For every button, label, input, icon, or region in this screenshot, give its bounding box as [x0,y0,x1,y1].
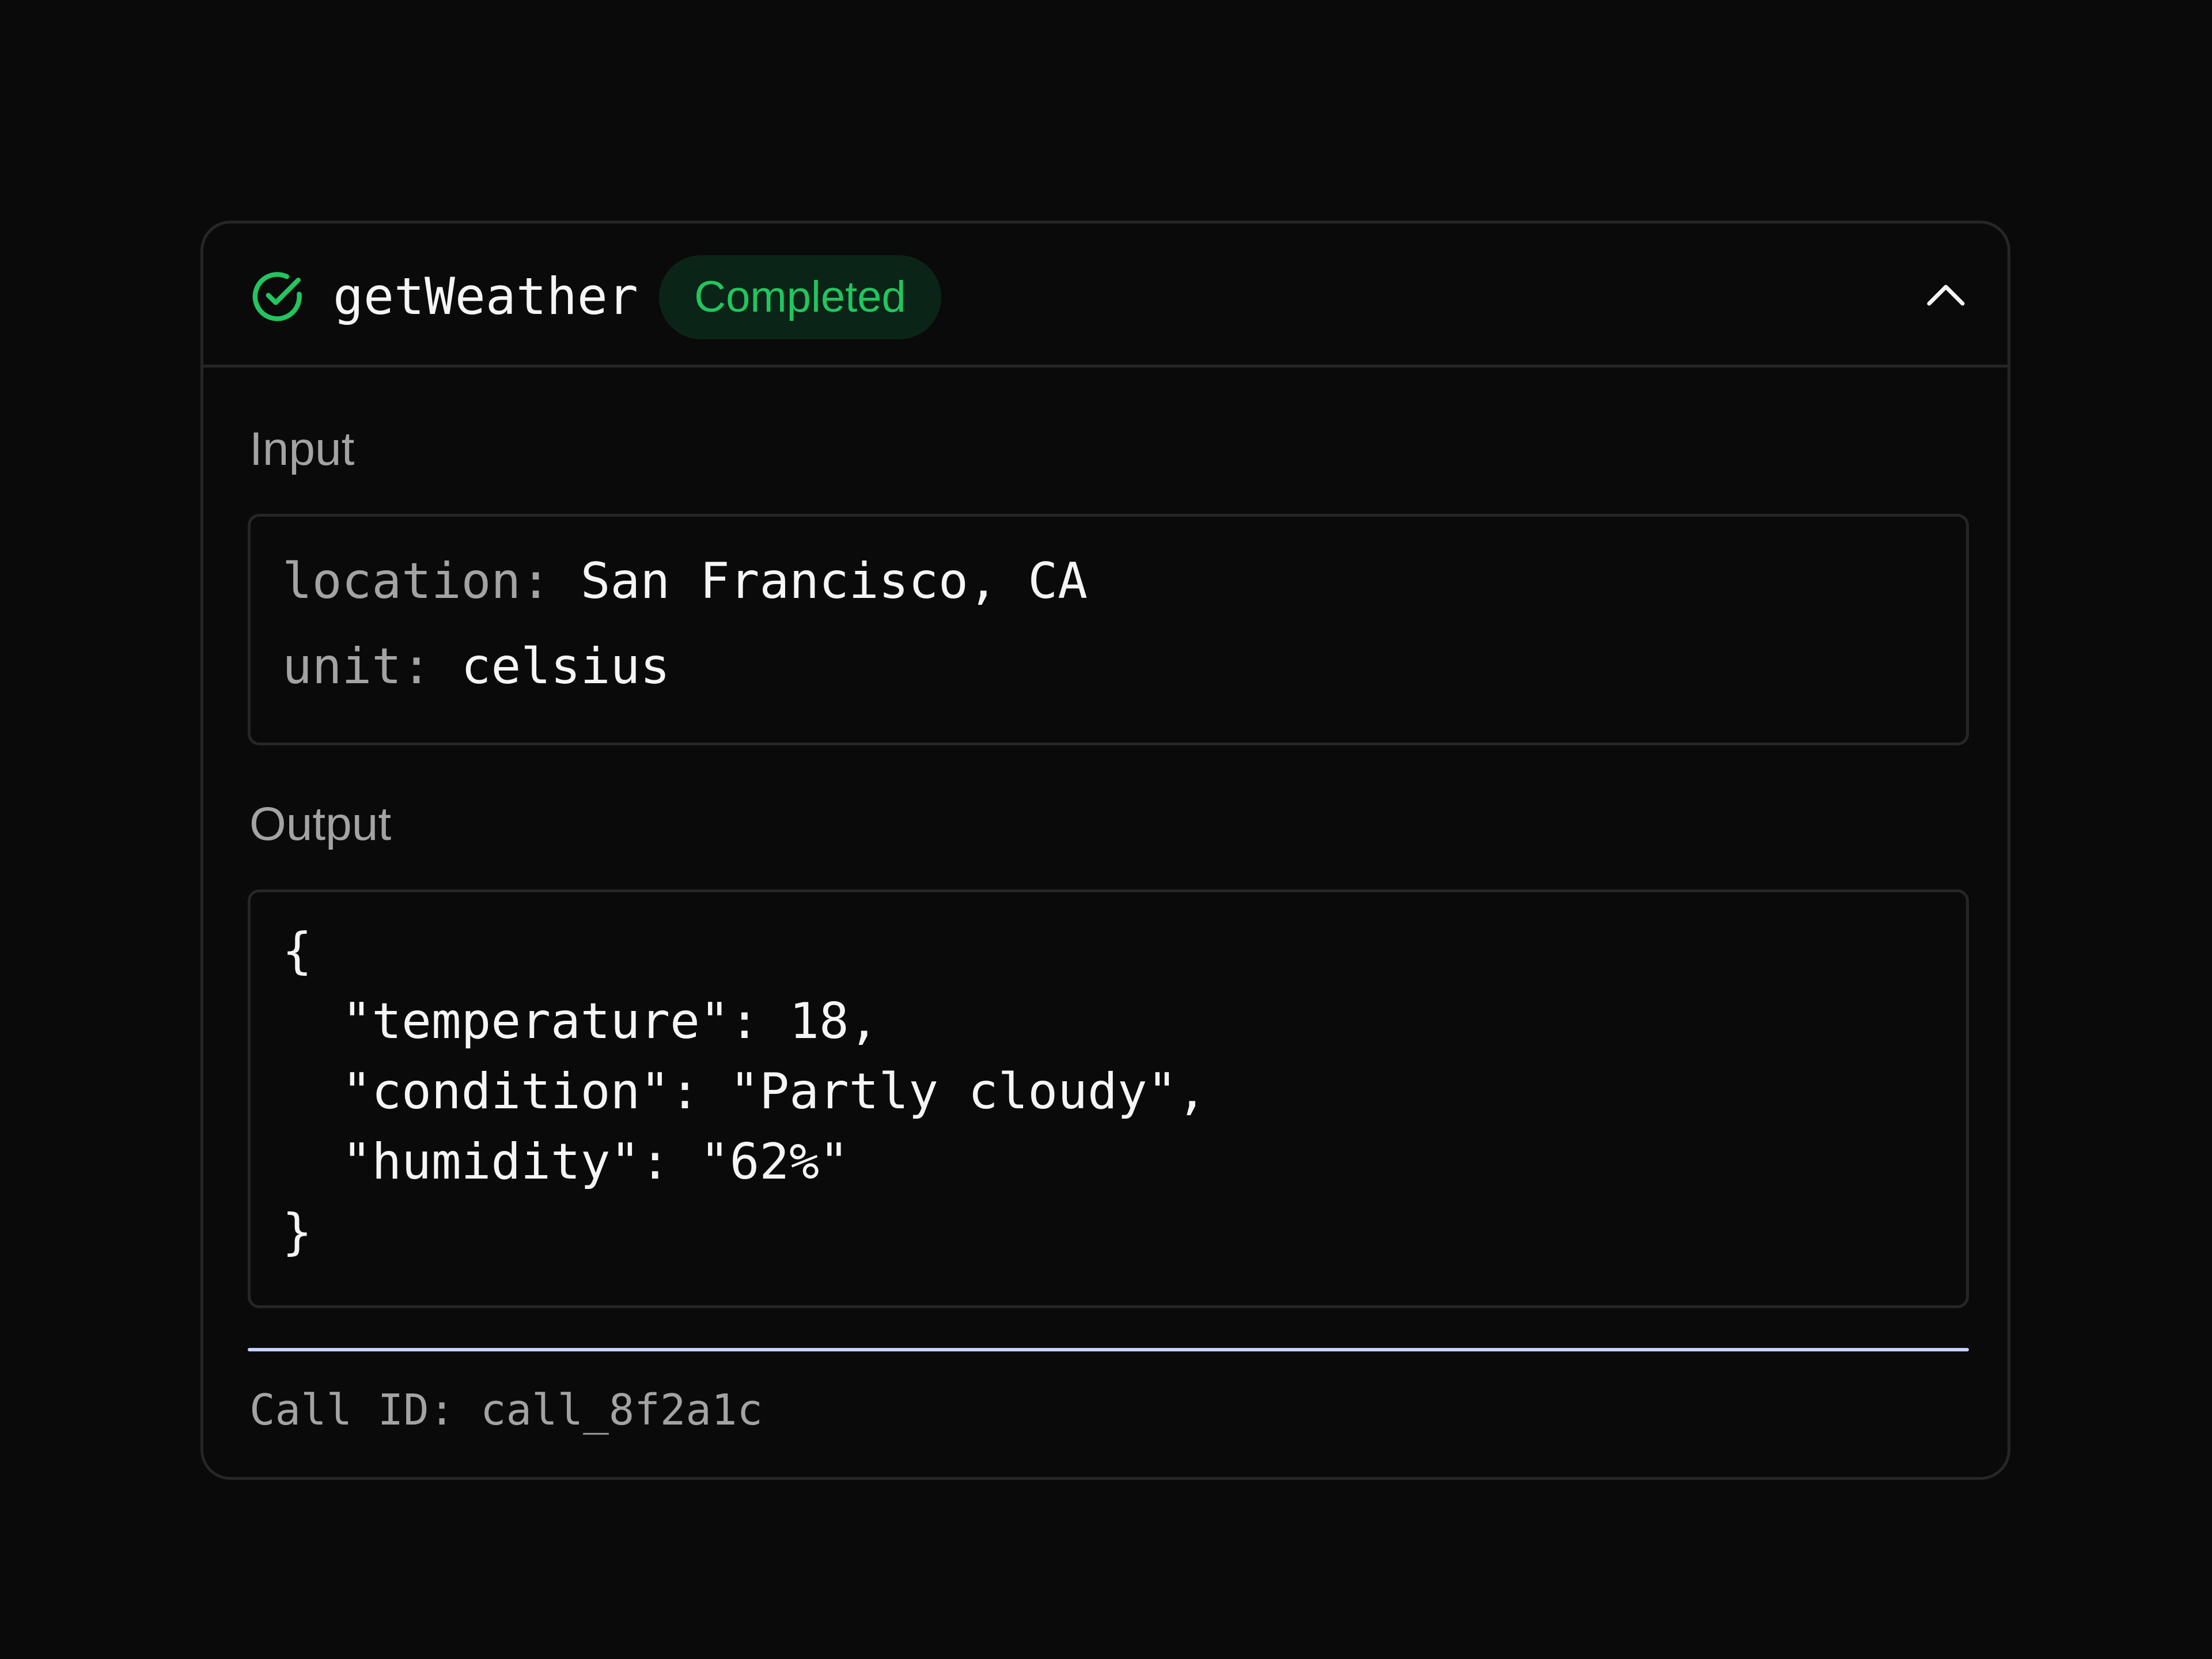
call-id: Call ID: call_8f2a1c [249,1381,763,1439]
output-line: } [282,1203,312,1261]
output-line: { [282,922,312,980]
param-value: San Francisco, CA [580,552,1088,610]
param-row-unit: unit: celsius [282,638,670,695]
param-key: location: [282,552,551,610]
param-key: unit: [282,638,431,695]
footer-divider [248,1348,1969,1351]
check-circle-icon [249,269,305,324]
input-params-box: location: San Francisco, CA unit: celsiu… [248,514,1969,745]
output-line: "humidity": "62%" [282,1133,849,1191]
output-line: "temperature": 18, [282,993,879,1050]
tool-call-header[interactable]: getWeather Completed [203,224,2008,368]
status-badge: Completed [659,255,941,339]
param-value: celsius [461,638,671,695]
output-line: "condition": "Partly cloudy", [282,1063,1207,1120]
output-section-label: Output [249,798,392,850]
param-row-location: location: San Francisco, CA [282,552,1088,610]
chevron-up-icon [1926,282,1966,309]
tool-name: getWeather [333,267,638,326]
call-id-label: Call ID: [249,1385,455,1435]
output-json-box: { "temperature": 18, "condition": "Partl… [248,889,1969,1308]
call-id-value: call_8f2a1c [480,1385,763,1435]
collapse-button[interactable] [1908,258,1983,333]
input-section-label: Input [249,423,355,475]
tool-call-card: getWeather Completed Input location: San… [200,221,2010,1480]
